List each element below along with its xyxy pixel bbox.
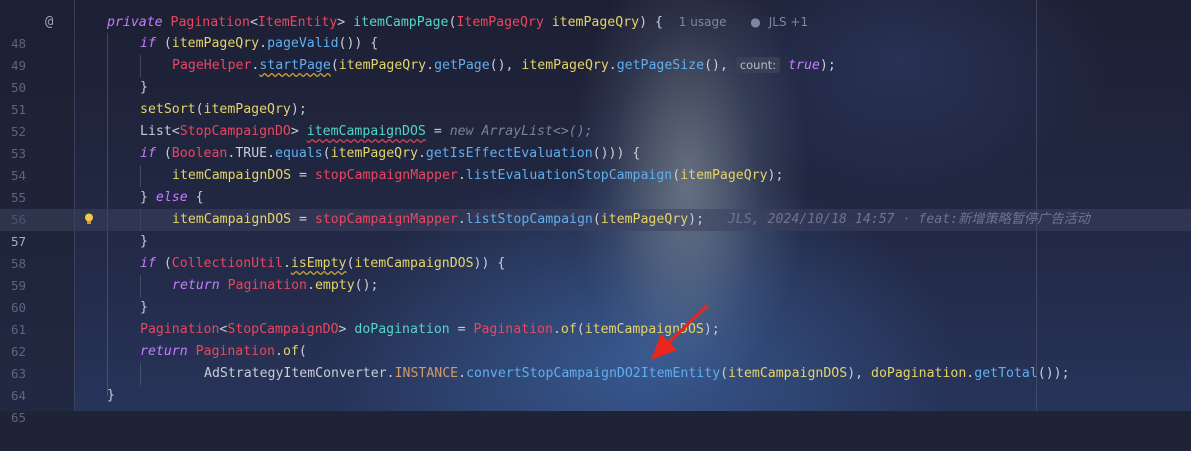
- code-line[interactable]: 52 setSort(itemPageQry);: [0, 99, 1191, 139]
- code-text: if (itemPageQry.pageValid()) {: [140, 36, 379, 51]
- code-line[interactable]: 49 if (itemPageQry.pageValid()) {: [0, 33, 1191, 73]
- code-text: }: [140, 80, 148, 95]
- at-override-icon[interactable]: @: [45, 11, 53, 33]
- code-line[interactable]: 48 @ private Pagination<ItemEntity> item…: [0, 11, 1191, 51]
- usage-count[interactable]: 1 usage: [679, 15, 727, 29]
- code-text: Pagination<StopCampaignDO> doPagination …: [140, 322, 720, 337]
- git-blame-annotation[interactable]: JLS, 2024/10/18 14:57 · feat:新增策略暂停广告活动: [728, 212, 1090, 227]
- line-number: 65: [10, 410, 26, 425]
- code-text: if (Boolean.TRUE.equals(itemPageQry.getI…: [140, 146, 641, 161]
- code-line[interactable]: 50 PageHelper.startPage(itemPageQry.getP…: [0, 55, 1191, 95]
- code-line[interactable]: 54 if (Boolean.TRUE.equals(itemPageQry.g…: [0, 143, 1191, 183]
- code-text: }: [140, 234, 148, 249]
- code-text: }: [140, 300, 148, 315]
- code-text: } else {: [140, 190, 204, 205]
- code-line[interactable]: 61 }: [0, 297, 1191, 337]
- code-text: setSort(itemPageQry);: [140, 102, 307, 117]
- author-label[interactable]: JLS +1: [769, 15, 808, 29]
- code-line[interactable]: 62 Pagination<StopCampaignDO> doPaginati…: [0, 319, 1191, 359]
- code-line[interactable]: 53 List<StopCampaignDO> itemCampaignDOS …: [0, 121, 1191, 161]
- code-text: PageHelper.startPage(itemPageQry.getPage…: [172, 57, 836, 73]
- code-line[interactable]: 58 }: [0, 231, 1191, 271]
- red-arrow-annotation-icon: [651, 304, 709, 360]
- code-text: if (CollectionUtil.isEmpty(itemCampaignD…: [140, 256, 506, 271]
- code-text: private Pagination<ItemEntity> itemCampP…: [107, 15, 809, 30]
- code-line[interactable]: 63 return Pagination.of(: [0, 341, 1191, 381]
- code-line[interactable]: 64 AdStrategyItemConverter.INSTANCE.conv…: [0, 363, 1191, 403]
- code-text: return Pagination.of(: [140, 344, 307, 359]
- code-line-current[interactable]: 57 itemCampaignDOS = stopCampaignMapper.…: [0, 209, 1191, 249]
- param-hint: count:: [735, 57, 781, 73]
- person-icon: ●: [750, 15, 761, 29]
- code-line[interactable]: 55 itemCampaignDOS = stopCampaignMapper.…: [0, 165, 1191, 205]
- code-text: itemCampaignDOS = stopCampaignMapper.lis…: [172, 212, 1090, 227]
- code-line[interactable]: 65 }: [0, 385, 1191, 425]
- code-text: itemCampaignDOS = stopCampaignMapper.lis…: [172, 168, 784, 183]
- lightbulb-icon[interactable]: [84, 213, 94, 225]
- code-text: return Pagination.empty();: [172, 278, 379, 293]
- code-line[interactable]: 60 return Pagination.empty();: [0, 275, 1191, 315]
- code-text: }: [107, 388, 115, 403]
- code-text: AdStrategyItemConverter.INSTANCE.convert…: [204, 366, 1070, 381]
- code-line[interactable]: 51 }: [0, 77, 1191, 117]
- code-line[interactable]: 56 } else {: [0, 187, 1191, 227]
- code-text: List<StopCampaignDO> itemCampaignDOS = n…: [140, 124, 593, 139]
- code-line[interactable]: 59 if (CollectionUtil.isEmpty(itemCampai…: [0, 253, 1191, 293]
